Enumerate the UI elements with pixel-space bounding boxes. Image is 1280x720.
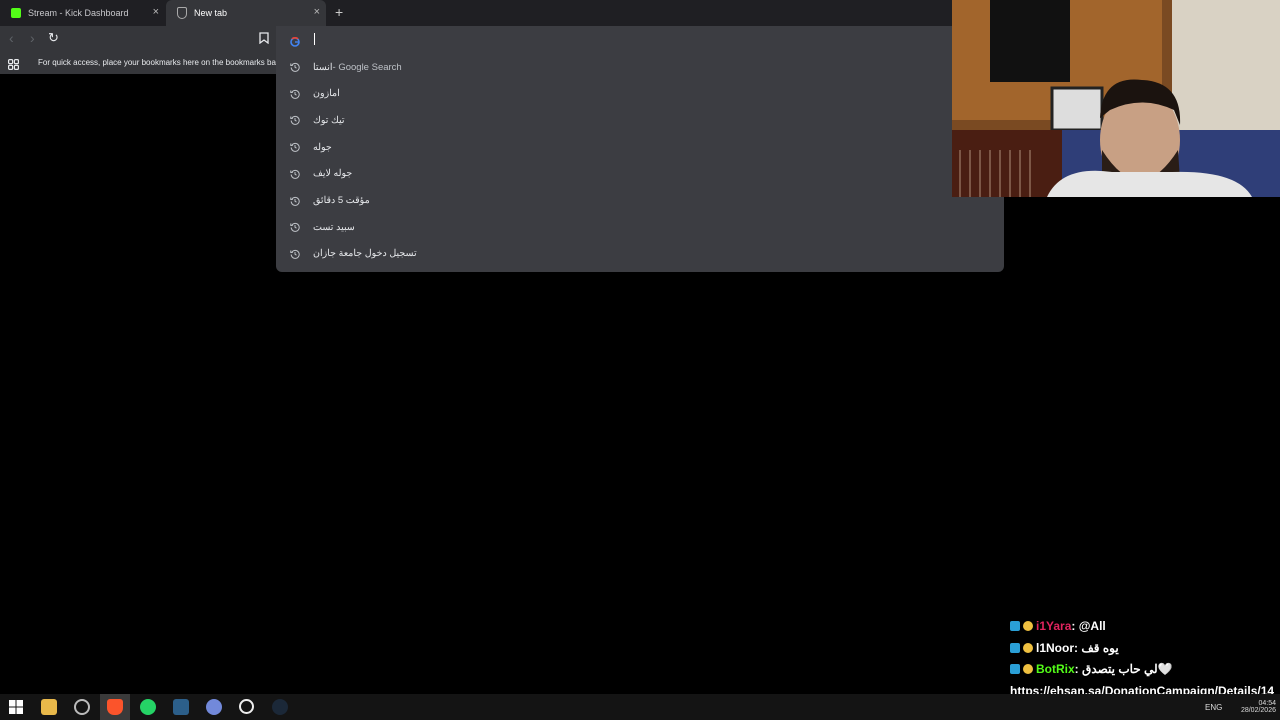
history-icon xyxy=(290,196,300,206)
whatsapp-icon[interactable] xyxy=(140,699,156,715)
tab-label: Stream - Kick Dashboard xyxy=(28,8,129,18)
history-icon xyxy=(290,115,300,126)
bookmark-icon[interactable] xyxy=(259,31,269,47)
omnibox-suggestion[interactable]: جوله xyxy=(276,134,1004,160)
google-icon xyxy=(290,34,300,47)
apps-grid-icon[interactable] xyxy=(8,57,20,75)
suggestion-text: انستا xyxy=(313,61,333,73)
suggestion-suffix: - Google Search xyxy=(332,61,402,73)
tab-label: New tab xyxy=(194,8,228,18)
clock-time: 04:54 xyxy=(1258,700,1276,707)
bookmarks-hint: For quick access, place your bookmarks h… xyxy=(38,58,281,67)
windows-start-icon[interactable] xyxy=(8,699,24,715)
obs-icon[interactable] xyxy=(74,699,90,715)
history-icon xyxy=(290,249,300,259)
omnibox-suggestion[interactable]: تسجيل دخول جامعة جازان xyxy=(276,241,1004,267)
chat-text: : لي حاب يتصدق🤍 xyxy=(1074,662,1173,676)
omnibox-dropdown: انستا - Google Search امازون تيك توك جوله جو… xyxy=(276,26,1004,272)
suggestion-text: تيك توك xyxy=(313,114,345,126)
suggestion-text: مؤقت 5 دقائق xyxy=(313,195,370,206)
clock[interactable]: 04:54 28/02/2026 xyxy=(1234,694,1276,720)
reload-icon[interactable]: ↻ xyxy=(48,30,59,46)
chat-text: : @All xyxy=(1071,619,1106,633)
omnibox-suggestion[interactable]: انستا - Google Search xyxy=(276,54,1004,80)
omnibox-suggestion[interactable]: امازون xyxy=(276,81,1004,107)
suggestion-text: امازون xyxy=(313,88,340,100)
close-icon[interactable]: × xyxy=(314,6,320,18)
steam-icon[interactable] xyxy=(272,699,288,715)
history-icon xyxy=(290,62,300,72)
badge-icon xyxy=(1010,664,1020,674)
omnibox-suggestion[interactable]: سبيد تست xyxy=(276,214,1004,240)
tab-new-tab[interactable]: New tab × xyxy=(166,0,326,26)
app-icon[interactable] xyxy=(173,699,189,715)
badge-icon xyxy=(1010,642,1020,653)
badge-icon xyxy=(1023,642,1033,653)
tab-strip: Stream - Kick Dashboard × New tab × + xyxy=(0,0,952,26)
clock-date: 28/02/2026 xyxy=(1240,707,1276,714)
steelseries-icon[interactable] xyxy=(239,699,254,714)
chat-message: BotRix : لي حاب يتصدق🤍 xyxy=(1010,659,1173,679)
badge-icon xyxy=(1023,621,1033,631)
back-icon[interactable]: ‹ xyxy=(9,30,14,46)
file-explorer-icon[interactable] xyxy=(41,699,57,715)
chat-username: BotRix xyxy=(1036,662,1075,676)
badge-icon xyxy=(1010,621,1020,631)
brave-shield-icon xyxy=(177,7,187,19)
chat-message: l1Noor : يوه قف xyxy=(1010,638,1119,658)
discord-icon[interactable] xyxy=(206,699,222,715)
history-icon xyxy=(290,222,300,233)
chat-username: l1Noor xyxy=(1036,640,1075,655)
omnibox-suggestion[interactable]: جوله لايف xyxy=(276,161,1004,187)
history-icon xyxy=(290,169,300,179)
omnibox-caret xyxy=(314,33,315,45)
close-icon[interactable]: × xyxy=(153,6,159,18)
new-tab-button[interactable]: + xyxy=(335,4,343,20)
omnibox-suggestion[interactable]: مؤقت 5 دقائق xyxy=(276,188,1004,214)
chat-message: i1Yara : @All xyxy=(1010,616,1106,636)
forward-icon[interactable]: › xyxy=(30,30,35,46)
suggestion-text: سبيد تست xyxy=(313,221,355,233)
history-icon xyxy=(290,142,300,152)
kick-icon xyxy=(11,8,21,18)
suggestion-text: جوله لايف xyxy=(313,168,353,180)
address-input[interactable] xyxy=(316,30,980,48)
suggestion-text: جوله xyxy=(313,141,332,153)
chat-text: : يوه قف xyxy=(1074,640,1119,655)
webcam-overlay xyxy=(952,0,1280,197)
omnibox-suggestion[interactable]: تيك توك xyxy=(276,107,1004,133)
chat-username: i1Yara xyxy=(1036,619,1072,633)
tab-kick-dashboard[interactable]: Stream - Kick Dashboard × xyxy=(0,0,165,26)
badge-icon xyxy=(1023,664,1033,674)
history-icon xyxy=(290,89,300,99)
brave-browser-icon[interactable] xyxy=(107,699,123,715)
windows-taskbar: ENG 04:54 28/02/2026 xyxy=(0,694,1280,720)
suggestion-text: تسجيل دخول جامعة جازان xyxy=(313,248,417,260)
language-indicator[interactable]: ENG xyxy=(1205,694,1222,720)
